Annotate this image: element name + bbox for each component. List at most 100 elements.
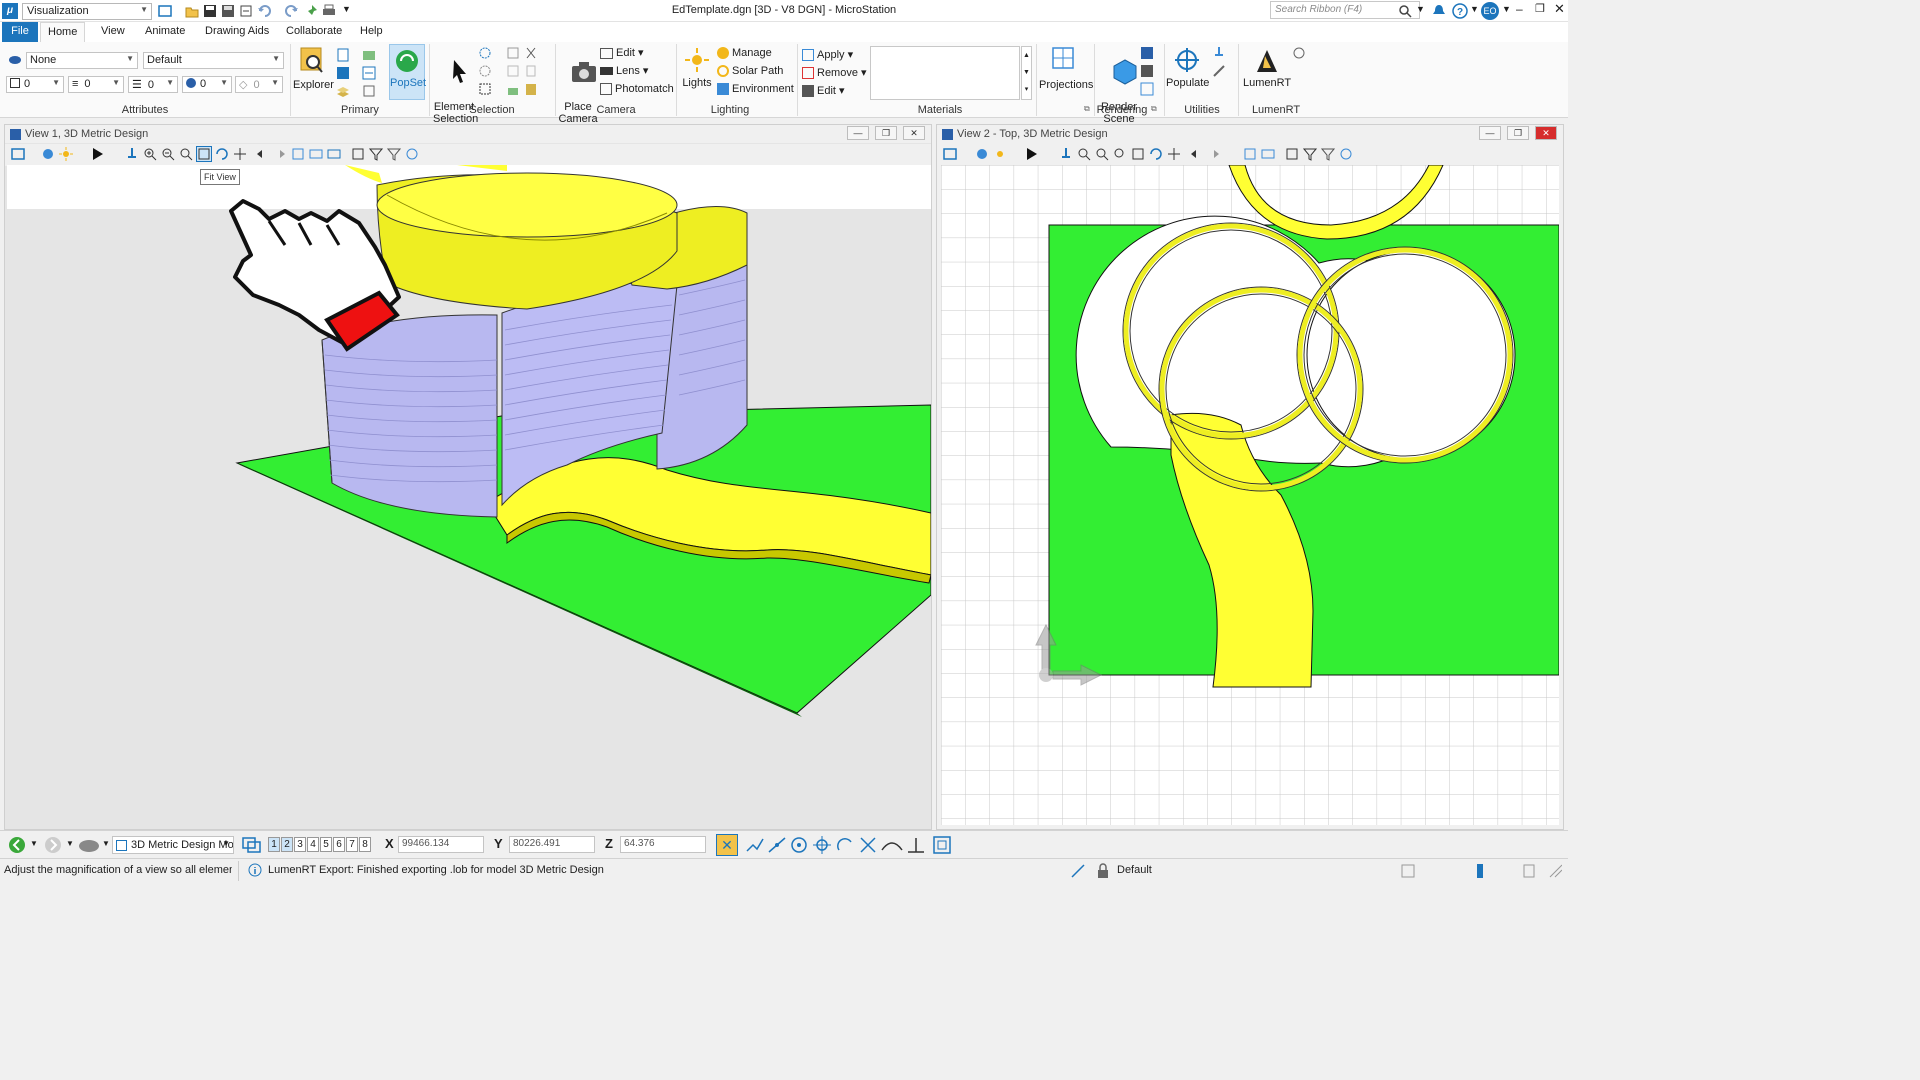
attach-tools-icon[interactable] (362, 84, 376, 98)
search-options-icon[interactable]: ▼ (1416, 4, 1425, 14)
text-style-dropdown[interactable]: Default ▼ (143, 52, 284, 69)
y-coordinate-field[interactable]: 80226.491 (509, 836, 595, 853)
levels-icon[interactable] (336, 84, 350, 98)
x-coordinate-field[interactable]: 99466.134 (398, 836, 484, 853)
pan-view-icon[interactable] (1167, 147, 1181, 161)
level-display-icon[interactable] (336, 66, 350, 80)
color-dropdown[interactable]: 0 ▼ (6, 76, 64, 93)
material-apply-button[interactable]: Apply ▾ (802, 47, 853, 63)
user-menu-icon[interactable]: ▼ (1502, 4, 1511, 14)
view-1-restore-button[interactable]: ❐ (875, 126, 897, 140)
view-2-window[interactable]: View 2 - Top, 3D Metric Design — ❐ ✕ (936, 124, 1564, 830)
view-1-window[interactable]: View 1, 3D Metric Design — ❐ ✕ Fit View (4, 124, 932, 830)
paste-icon[interactable] (524, 82, 538, 96)
group-icon[interactable] (506, 46, 520, 60)
tab-help[interactable]: Help (353, 22, 390, 42)
presentation-icon[interactable] (1321, 147, 1335, 161)
view-toggle-5[interactable]: 5 (320, 837, 332, 852)
linestyle-dropdown[interactable]: ≡ 0 ▼ (68, 76, 124, 93)
view-previous-icon[interactable] (1189, 147, 1203, 161)
tab-file[interactable]: File (2, 22, 38, 42)
snap-keypoint-icon[interactable] (746, 837, 764, 853)
accusnap-icon[interactable] (1070, 863, 1086, 879)
material-gallery[interactable] (870, 46, 1020, 100)
explorer-button[interactable]: Explorer (293, 46, 334, 91)
lighting-icon[interactable] (993, 147, 1007, 161)
tab-animate[interactable]: Animate (138, 22, 192, 42)
clip-mask-icon[interactable] (327, 147, 341, 161)
lighting-icon[interactable] (59, 147, 73, 161)
element-info-icon[interactable] (1474, 863, 1486, 879)
zoom-out-icon[interactable] (161, 147, 175, 161)
lumenrt-button[interactable]: LumenRT (1243, 46, 1291, 89)
snap-mode-close-button[interactable]: ✕ (716, 834, 738, 856)
snap-perpendicular-icon[interactable] (881, 836, 903, 854)
display-style-icon[interactable] (1140, 82, 1154, 96)
forward-arrow-icon[interactable] (44, 836, 62, 854)
lens-button[interactable]: Lens ▾ (600, 63, 648, 79)
tab-view[interactable]: View (94, 22, 132, 42)
filter-icon[interactable] (369, 147, 383, 161)
lights-button[interactable]: Lights (680, 46, 714, 89)
window-area-icon[interactable] (1113, 147, 1127, 161)
back-arrow-icon[interactable] (8, 836, 26, 854)
back-dropdown-icon[interactable]: ▼ (30, 839, 38, 848)
view-2-restore-button[interactable]: ❐ (1507, 126, 1529, 140)
update-view-icon[interactable] (125, 147, 139, 161)
zoom-in-icon[interactable] (1077, 147, 1091, 161)
clip-volume-icon[interactable] (309, 147, 323, 161)
view-2-close-button[interactable]: ✕ (1535, 126, 1557, 140)
tab-collaborate[interactable]: Collaborate (279, 22, 349, 42)
help-dropdown-icon[interactable]: ▼ (1470, 4, 1479, 14)
photomatch-button[interactable]: Photomatch (600, 81, 674, 97)
view-1-close-button[interactable]: ✕ (903, 126, 925, 140)
view-toggle-8[interactable]: 8 (359, 837, 371, 852)
fit-view-icon[interactable] (196, 146, 212, 162)
user-avatar[interactable]: EO (1481, 2, 1499, 20)
fit-view-icon[interactable] (1131, 147, 1145, 161)
snap-origin-icon[interactable] (813, 836, 831, 854)
lock-icon[interactable] (506, 82, 520, 96)
zoom-in-icon[interactable] (143, 147, 157, 161)
notification-bell-icon[interactable] (1432, 4, 1446, 18)
lumenrt-settings-icon[interactable] (1292, 46, 1306, 60)
view-play-icon[interactable] (91, 147, 105, 161)
z-coordinate-field[interactable]: 64.376 (620, 836, 706, 853)
select-all-icon[interactable] (478, 46, 492, 60)
camera-edit-button[interactable]: Edit ▾ (600, 45, 644, 61)
design-history-icon[interactable] (1400, 863, 1416, 879)
view-attributes-icon[interactable] (943, 147, 957, 161)
snap-center-icon[interactable] (790, 836, 808, 854)
view-toggle-6[interactable]: 6 (333, 837, 345, 852)
gallery-scroll[interactable]: ▲ ▼ ▾ (1021, 46, 1032, 100)
ungroup-icon[interactable] (506, 64, 520, 78)
rotate-view-icon[interactable] (215, 147, 229, 161)
camera-view-icon[interactable] (405, 147, 419, 161)
copy-icon[interactable] (524, 64, 538, 78)
view-next-icon[interactable] (273, 147, 287, 161)
references-icon[interactable] (362, 66, 376, 80)
view-toggle-4[interactable]: 4 (307, 837, 319, 852)
messages-icon[interactable] (1522, 863, 1536, 879)
accudraw-icon[interactable] (932, 835, 952, 855)
snap-tangent-icon[interactable] (836, 836, 854, 854)
update-view-icon[interactable] (1059, 147, 1073, 161)
standard-views-icon[interactable] (1285, 147, 1299, 161)
rotate-view-icon[interactable] (1149, 147, 1163, 161)
pan-view-icon[interactable] (233, 147, 247, 161)
rendering-launcher-icon[interactable]: ⧉ (1151, 104, 1157, 114)
popset-button[interactable]: PopSet (389, 44, 426, 100)
search-icon[interactable] (1398, 4, 1412, 18)
model-dropdown-arrow-icon[interactable]: ▼ (102, 839, 110, 848)
tab-drawing-aids[interactable]: Drawing Aids (198, 22, 276, 42)
priority-dropdown[interactable]: ◇ 0 ▼ (235, 76, 283, 93)
camera-view-icon[interactable] (1339, 147, 1353, 161)
view-1-3d-model[interactable] (7, 165, 931, 829)
zoom-out-icon[interactable] (1095, 147, 1109, 161)
restore-button[interactable]: ❐ (1535, 2, 1545, 15)
path-utility-icon[interactable] (1212, 64, 1226, 78)
render-settings-icon[interactable] (1140, 64, 1154, 78)
resize-grip-icon[interactable] (1548, 863, 1562, 879)
view-toggle-7[interactable]: 7 (346, 837, 358, 852)
weight-dropdown[interactable]: ☰ 0 ▼ (128, 76, 178, 93)
